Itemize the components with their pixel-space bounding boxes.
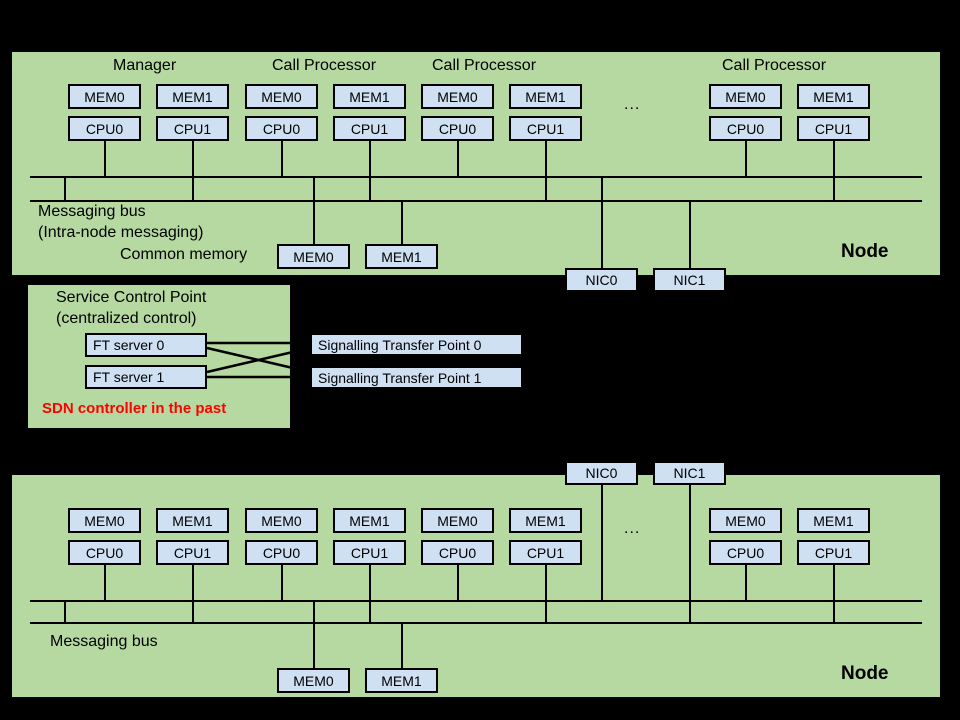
bottom-nic-riser <box>601 485 603 602</box>
bottom-bus-line-lower <box>30 622 922 624</box>
bottom-mem-box[interactable]: MEM1 <box>509 508 582 533</box>
bottom-mem-box[interactable]: MEM0 <box>709 508 782 533</box>
bottom-cpu-box[interactable]: CPU0 <box>709 540 782 565</box>
bottom-cpu-drop <box>545 565 547 623</box>
bottom-bus-stub <box>64 600 66 624</box>
bottom-cpu-drop <box>104 565 106 601</box>
bottom-cpu-box[interactable]: CPU0 <box>421 540 494 565</box>
bottom-cpu-drop <box>745 565 747 601</box>
bottom-common-mem-riser <box>401 622 403 668</box>
diagram-canvas: Manager Call Processor Call Processor Ca… <box>0 0 960 720</box>
bottom-mem-box[interactable]: MEM0 <box>245 508 318 533</box>
bottom-cpu-box[interactable]: CPU0 <box>68 540 141 565</box>
bottom-cpu-drop <box>192 565 194 623</box>
bottom-cpu-drop <box>457 565 459 601</box>
bottom-cpu-box[interactable]: CPU0 <box>245 540 318 565</box>
bottom-cpu-drop <box>281 565 283 601</box>
bottom-bus-line-upper <box>30 600 922 602</box>
bottom-mem-box[interactable]: MEM0 <box>421 508 494 533</box>
bottom-node-label: Node <box>841 663 889 684</box>
bottom-cpu-box[interactable]: CPU1 <box>509 540 582 565</box>
bottom-common-mem-box[interactable]: MEM1 <box>365 668 438 693</box>
bottom-cpu-drop <box>833 565 835 623</box>
bottom-nic-riser <box>689 485 691 624</box>
bottom-common-mem-riser <box>313 600 315 668</box>
bottom-mem-box[interactable]: MEM1 <box>797 508 870 533</box>
bottom-nic-box[interactable]: NIC1 <box>653 461 726 485</box>
stp-box[interactable]: Signalling Transfer Point 1 <box>310 366 523 389</box>
bottom-cpu-box[interactable]: CPU1 <box>797 540 870 565</box>
bottom-nic-box[interactable]: NIC0 <box>565 461 638 485</box>
bottom-cpu-box[interactable]: CPU1 <box>156 540 229 565</box>
bottom-ellipsis: ... <box>624 520 641 537</box>
bottom-cpu-box[interactable]: CPU1 <box>333 540 406 565</box>
bottom-cpu-drop <box>369 565 371 623</box>
bottom-bus-label: Messaging bus <box>50 633 158 650</box>
bottom-mem-box[interactable]: MEM0 <box>68 508 141 533</box>
bottom-mem-box[interactable]: MEM1 <box>333 508 406 533</box>
bottom-mem-box[interactable]: MEM1 <box>156 508 229 533</box>
bottom-common-mem-box[interactable]: MEM0 <box>277 668 350 693</box>
stp-box[interactable]: Signalling Transfer Point 0 <box>310 333 523 356</box>
